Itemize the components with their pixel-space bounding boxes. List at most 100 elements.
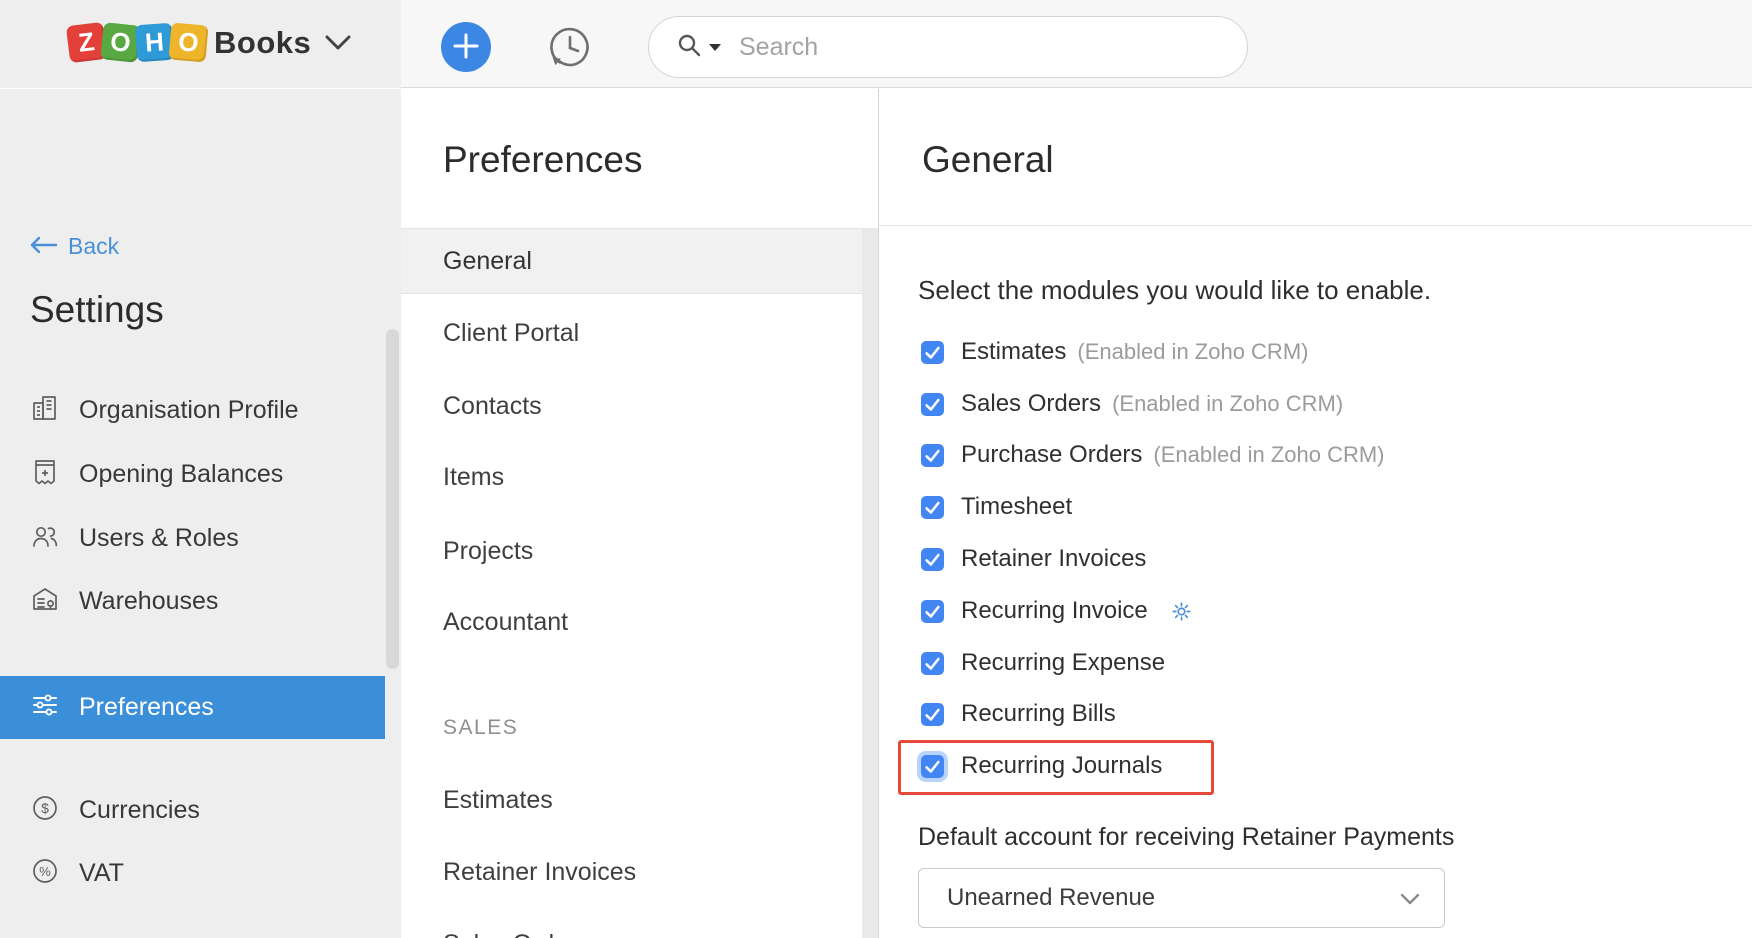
module-row-recurring-bills: Recurring Bills bbox=[921, 701, 1116, 727]
module-label: Recurring Expense bbox=[961, 649, 1165, 677]
quick-create-button[interactable] bbox=[441, 22, 491, 72]
sidebar-item-preferences[interactable]: Preferences bbox=[0, 676, 385, 739]
chevron-down-icon[interactable] bbox=[325, 35, 351, 56]
module-row-timesheet: Timesheet bbox=[921, 494, 1072, 520]
preferences-nav-item-client-portal[interactable]: Client Portal bbox=[401, 318, 862, 348]
recurring-journals-highlight-box bbox=[898, 740, 1214, 795]
sidebar-item-label: VAT bbox=[79, 859, 124, 888]
nav-item-label: Items bbox=[443, 463, 504, 492]
module-row-recurring-invoice: Recurring Invoice bbox=[921, 598, 1191, 624]
checkbox-checked[interactable] bbox=[921, 341, 944, 364]
general-settings-panel: General Select the modules you would lik… bbox=[879, 89, 1752, 938]
plus-icon bbox=[453, 33, 479, 62]
nav-item-label: Accountant bbox=[443, 608, 568, 637]
top-bar: Z O H O Books bbox=[0, 0, 1752, 88]
search-icon bbox=[677, 33, 701, 62]
module-row-sales-orders: Sales Orders (Enabled in Zoho CRM) bbox=[921, 391, 1343, 417]
back-arrow-icon bbox=[28, 233, 58, 260]
sidebar-item-label: Organisation Profile bbox=[79, 396, 299, 425]
sidebar-item-label: Users & Roles bbox=[79, 524, 239, 553]
percent-circle-icon: % bbox=[30, 856, 60, 891]
preferences-panel-title: Preferences bbox=[443, 139, 643, 181]
gear-icon[interactable] bbox=[1172, 602, 1191, 621]
nav-section-header-sales: SALES bbox=[443, 714, 743, 742]
preferences-nav-panel: Preferences General Client Portal Contac… bbox=[401, 89, 879, 938]
svg-text:$: $ bbox=[41, 800, 49, 816]
sidebar-item-label: Currencies bbox=[79, 796, 200, 825]
nav-item-label: Retainer Invoices bbox=[443, 858, 636, 887]
checkbox-checked[interactable] bbox=[921, 444, 944, 467]
module-note: (Enabled in Zoho CRM) bbox=[1153, 442, 1384, 468]
preferences-nav-item-items[interactable]: Items bbox=[401, 462, 862, 492]
checkbox-checked[interactable] bbox=[921, 496, 944, 519]
preferences-nav-item-contacts[interactable]: Contacts bbox=[401, 391, 862, 421]
default-account-select[interactable]: Unearned Revenue bbox=[918, 868, 1445, 928]
search-scope-caret-icon[interactable] bbox=[709, 44, 721, 51]
zoho-books-logo[interactable]: Z O H O Books bbox=[68, 24, 351, 61]
module-note: (Enabled in Zoho CRM) bbox=[1112, 391, 1343, 417]
nav-item-label: General bbox=[443, 247, 532, 276]
logo-letter-o2: O bbox=[168, 22, 208, 62]
module-label: Sales Orders bbox=[961, 390, 1101, 418]
back-link[interactable]: Back bbox=[28, 233, 119, 260]
nav-item-label: Contacts bbox=[443, 392, 542, 421]
divider bbox=[879, 225, 1752, 226]
module-label: Recurring Invoice bbox=[961, 597, 1148, 625]
nav-item-label: Estimates bbox=[443, 786, 553, 815]
settings-sidebar: Back Settings Organisation Profile bbox=[0, 89, 401, 938]
checkbox-checked[interactable] bbox=[921, 548, 944, 571]
svg-text:%: % bbox=[39, 864, 51, 879]
checkbox-checked[interactable] bbox=[921, 652, 944, 675]
sidebar-title: Settings bbox=[30, 289, 164, 331]
chevron-down-icon bbox=[1400, 893, 1420, 911]
sidebar-item-warehouses[interactable]: Warehouses bbox=[0, 581, 385, 621]
module-label: Purchase Orders bbox=[961, 441, 1142, 469]
checkbox-checked[interactable] bbox=[921, 393, 944, 416]
module-row-estimates: Estimates (Enabled in Zoho CRM) bbox=[921, 339, 1308, 365]
preferences-nav-item-general[interactable]: General bbox=[401, 228, 862, 294]
preferences-nav-scrollbar[interactable] bbox=[862, 228, 879, 938]
module-label: Timesheet bbox=[961, 493, 1072, 521]
checkbox-checked[interactable] bbox=[921, 703, 944, 726]
logo-letter-h: H bbox=[135, 23, 174, 62]
module-row-purchase-orders: Purchase Orders (Enabled in Zoho CRM) bbox=[921, 442, 1385, 468]
sidebar-scrollbar-thumb[interactable] bbox=[386, 329, 399, 669]
recent-history-button[interactable] bbox=[547, 24, 593, 70]
default-account-label: Default account for receiving Retainer P… bbox=[918, 823, 1454, 852]
search-bar bbox=[648, 16, 1248, 78]
ledger-document-icon bbox=[30, 457, 60, 492]
sidebar-item-label: Warehouses bbox=[79, 587, 218, 616]
sidebar-item-label: Preferences bbox=[79, 693, 214, 722]
logo-product-name: Books bbox=[214, 25, 311, 61]
module-label: Recurring Bills bbox=[961, 700, 1116, 728]
default-account-value: Unearned Revenue bbox=[947, 884, 1155, 912]
module-note: (Enabled in Zoho CRM) bbox=[1077, 339, 1308, 365]
sidebar-item-organisation-profile[interactable]: Organisation Profile bbox=[0, 390, 385, 430]
preferences-nav-item-accountant[interactable]: Accountant bbox=[401, 607, 862, 637]
nav-item-label: Projects bbox=[443, 537, 533, 566]
nav-item-label: Sales Orders bbox=[443, 930, 589, 938]
warehouse-icon bbox=[30, 584, 60, 619]
preferences-nav-item-estimates[interactable]: Estimates bbox=[401, 785, 862, 815]
module-row-recurring-expense: Recurring Expense bbox=[921, 650, 1165, 676]
nav-item-label: Client Portal bbox=[443, 319, 579, 348]
search-input[interactable] bbox=[739, 33, 1179, 62]
checkbox-checked[interactable] bbox=[921, 600, 944, 623]
sidebar-item-users-roles[interactable]: Users & Roles bbox=[0, 518, 385, 558]
sidebar-item-opening-balances[interactable]: Opening Balances bbox=[0, 454, 385, 494]
module-label: Retainer Invoices bbox=[961, 545, 1146, 573]
preferences-nav-item-projects[interactable]: Projects bbox=[401, 536, 862, 566]
sidebar-item-label: Opening Balances bbox=[79, 460, 283, 489]
sidebar-item-currencies[interactable]: $ Currencies bbox=[0, 790, 385, 830]
modules-prompt: Select the modules you would like to ena… bbox=[918, 275, 1431, 306]
users-icon bbox=[30, 521, 60, 556]
sidebar-item-vat[interactable]: % VAT bbox=[0, 853, 385, 893]
building-icon bbox=[30, 393, 60, 428]
back-label: Back bbox=[68, 233, 119, 260]
preferences-nav-item-retainer-invoices[interactable]: Retainer Invoices bbox=[401, 857, 862, 887]
page-title: General bbox=[922, 139, 1054, 181]
history-clock-icon bbox=[547, 58, 593, 73]
dollar-circle-icon: $ bbox=[30, 793, 60, 828]
preferences-nav-item-sales-orders[interactable]: Sales Orders bbox=[401, 929, 862, 938]
module-row-retainer-invoices: Retainer Invoices bbox=[921, 546, 1146, 572]
